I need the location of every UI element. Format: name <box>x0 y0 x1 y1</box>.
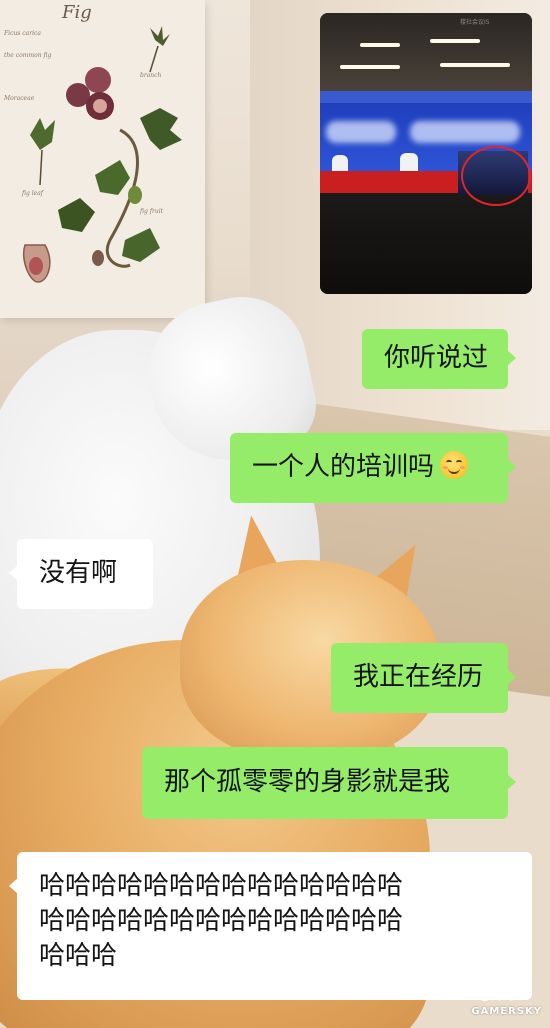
watermark-text: GAMERSKY <box>471 1006 542 1017</box>
message-bubble-incoming[interactable]: 哈哈哈哈哈哈哈哈哈哈哈哈哈哈 哈哈哈哈哈哈哈哈哈哈哈哈哈哈 哈哈哈 <box>9 852 532 1000</box>
message-text: 那个孤零零的身影就是我 <box>164 767 451 797</box>
wechat-logo-icon <box>471 983 493 1001</box>
message-text-line: 哈哈哈哈哈哈哈哈哈哈哈哈哈哈 <box>39 906 404 936</box>
dark-audience-area <box>320 193 532 294</box>
photo-caption: 楼社会议I5 <box>460 19 490 26</box>
message-text-line: 哈哈哈 <box>39 941 118 971</box>
screen-banner <box>320 91 532 103</box>
blurred-banner <box>410 121 520 143</box>
bubble-tail <box>507 350 516 366</box>
message-text: 我正在经历 <box>353 662 484 692</box>
bubble-tail <box>507 459 516 475</box>
message-text: 没有啊 <box>39 558 118 588</box>
fig-botanical-poster: Fig Ficus carica the common fig Moraceae… <box>0 0 205 318</box>
bubble-tail <box>507 669 516 685</box>
message-text: 一个人的培训吗 <box>252 452 435 482</box>
smiling-face-emoji <box>440 451 469 479</box>
meeting-room-ceiling <box>320 13 532 91</box>
fig-plant-illustration <box>23 26 182 283</box>
bubble-tail <box>9 565 18 581</box>
speaker-figure <box>400 153 418 173</box>
shared-photo-message[interactable]: 楼社会议I5 <box>320 13 532 294</box>
message-bubble-outgoing[interactable]: 我正在经历 <box>331 643 516 713</box>
message-bubble-outgoing[interactable]: 你听说过 <box>362 329 516 389</box>
bubble-tail <box>9 878 18 894</box>
message-text: 你听说过 <box>384 343 489 373</box>
red-highlight-circle <box>461 146 531 206</box>
message-text-line: 哈哈哈哈哈哈哈哈哈哈哈哈哈哈 <box>39 871 404 901</box>
message-bubble-incoming[interactable]: 没有啊 <box>9 539 153 609</box>
message-bubble-outgoing[interactable]: 那个孤零零的身影就是我 <box>142 747 516 819</box>
blurred-banner <box>326 121 396 143</box>
ceiling-light <box>340 65 400 69</box>
source-watermark: 史 GAMERSKY <box>471 980 542 1017</box>
ceiling-light <box>440 63 510 67</box>
bubble-tail <box>507 774 516 790</box>
watermark-char: 史 <box>497 984 514 1003</box>
ceiling-light <box>360 43 400 47</box>
ceiling-light <box>430 39 480 43</box>
message-bubble-outgoing[interactable]: 一个人的培训吗 <box>230 433 516 503</box>
